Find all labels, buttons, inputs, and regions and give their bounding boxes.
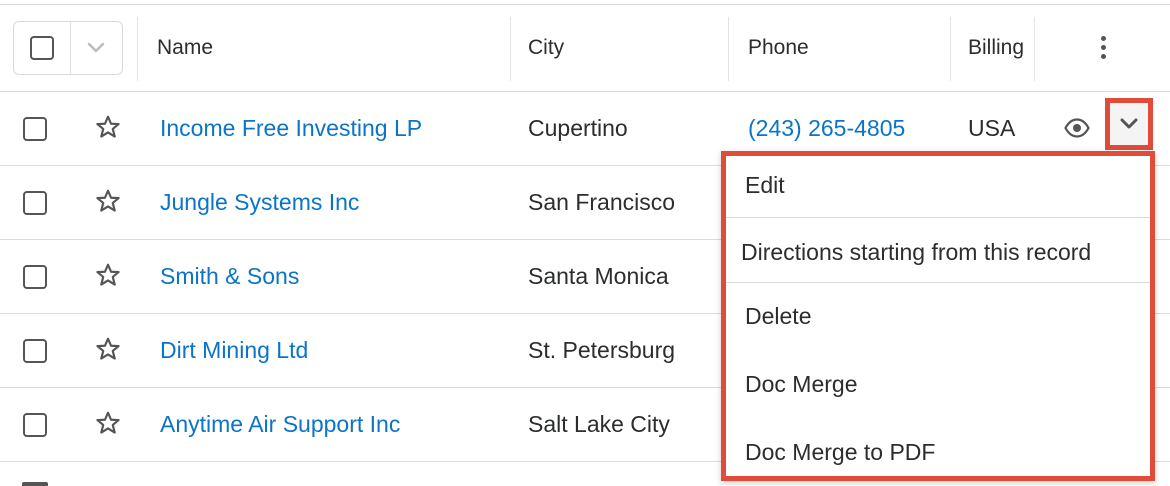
- next-row-checkbox-edge: [22, 482, 48, 486]
- account-name-link[interactable]: Income Free Investing LP: [160, 92, 422, 165]
- mass-select-checkbox-wrap[interactable]: [14, 22, 71, 74]
- star-icon[interactable]: [95, 188, 121, 214]
- chevron-down-icon[interactable]: [86, 39, 106, 57]
- menu-item-doc-merge[interactable]: Doc Merge: [726, 352, 1150, 420]
- row-checkbox[interactable]: [23, 413, 47, 437]
- row-actions-toggle-button[interactable]: [1105, 98, 1153, 150]
- column-divider: [728, 17, 729, 81]
- row-checkbox[interactable]: [23, 117, 47, 141]
- column-header-billing[interactable]: Billing: [968, 5, 1024, 91]
- city-cell: Salt Lake City: [528, 411, 670, 437]
- row-checkbox[interactable]: [23, 339, 47, 363]
- column-divider: [950, 17, 951, 81]
- account-name-link[interactable]: Dirt Mining Ltd: [160, 314, 308, 387]
- star-icon[interactable]: [95, 336, 121, 362]
- account-name-link[interactable]: Jungle Systems Inc: [160, 166, 359, 239]
- column-divider: [1034, 17, 1035, 81]
- table-header: Name City Phone Billing: [0, 5, 1170, 92]
- account-name-link[interactable]: Smith & Sons: [160, 240, 299, 313]
- star-icon[interactable]: [95, 410, 121, 436]
- city-cell: San Francisco: [528, 189, 676, 215]
- chevron-down-icon: [1120, 118, 1138, 129]
- city-cell: Cupertino: [528, 115, 628, 141]
- account-name-link[interactable]: Anytime Air Support Inc: [160, 388, 400, 461]
- mass-select-control[interactable]: [13, 21, 123, 75]
- column-divider: [510, 17, 511, 81]
- row-actions-dropdown: Edit Directions starting from this recor…: [721, 151, 1155, 481]
- column-header-name[interactable]: Name: [157, 5, 213, 91]
- eye-icon[interactable]: [1064, 118, 1090, 138]
- star-icon[interactable]: [95, 114, 121, 140]
- menu-item-directions[interactable]: Directions starting from this record: [726, 219, 1150, 283]
- menu-item-edit[interactable]: Edit: [726, 156, 1150, 218]
- row-checkbox[interactable]: [23, 191, 47, 215]
- city-cell: St. Petersburg: [528, 337, 676, 363]
- row-checkbox[interactable]: [23, 265, 47, 289]
- star-icon[interactable]: [95, 262, 121, 288]
- column-header-city[interactable]: City: [528, 5, 564, 91]
- menu-item-doc-merge-pdf[interactable]: Doc Merge to PDF: [726, 420, 1150, 482]
- city-cell: Santa Monica: [528, 263, 669, 289]
- menu-item-delete[interactable]: Delete: [726, 284, 1150, 352]
- kebab-icon[interactable]: [1101, 36, 1107, 63]
- column-header-phone[interactable]: Phone: [748, 5, 809, 91]
- column-divider: [137, 17, 138, 81]
- select-all-checkbox[interactable]: [30, 36, 54, 60]
